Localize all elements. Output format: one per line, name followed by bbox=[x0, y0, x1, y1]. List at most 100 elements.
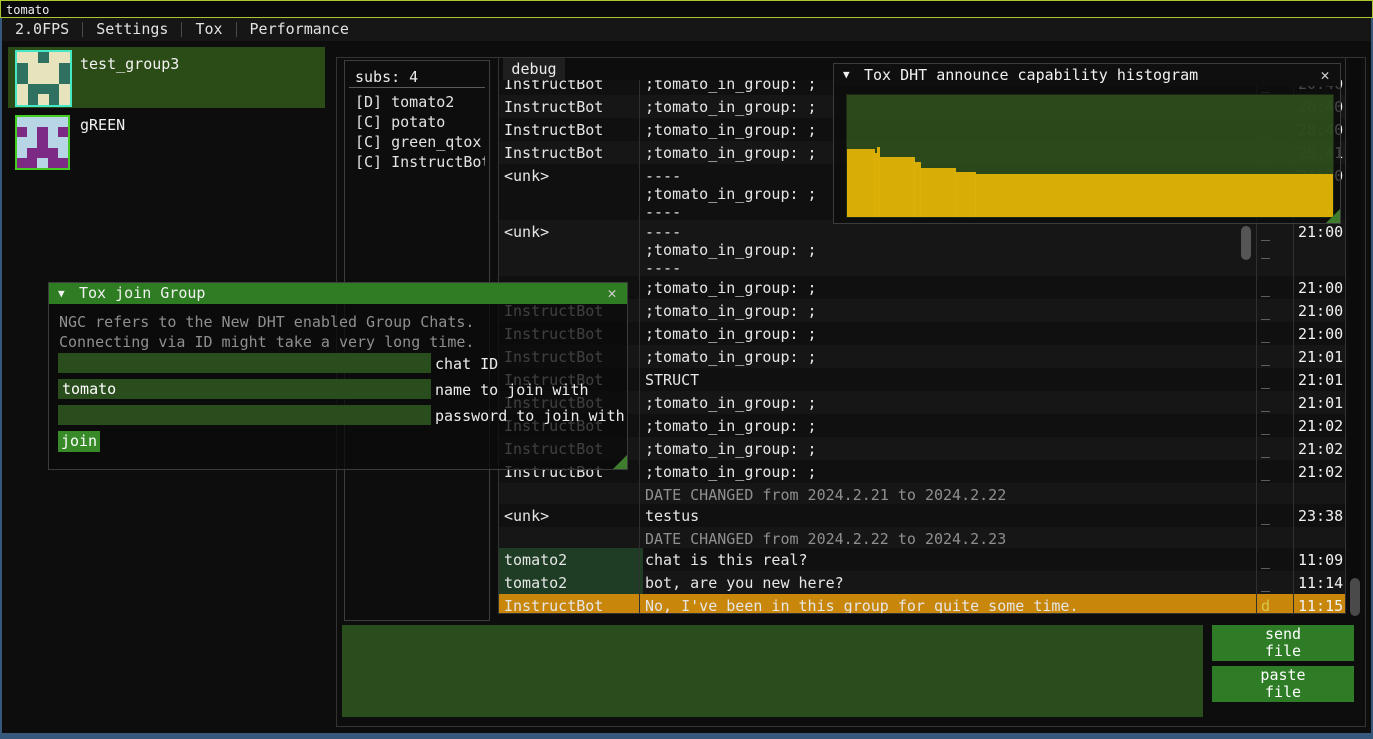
paste-file-button[interactable]: paste file bbox=[1212, 666, 1354, 702]
join-field-chat-id[interactable] bbox=[58, 353, 431, 373]
subs-member-potato[interactable]: [C] potato bbox=[355, 112, 485, 132]
message-input[interactable] bbox=[342, 625, 1203, 717]
message-text: ;tomato_in_group: ; bbox=[645, 325, 1253, 343]
avatar-pixel bbox=[27, 127, 37, 137]
avatar-pixel bbox=[37, 117, 47, 127]
collapse-icon[interactable]: ▼ bbox=[843, 64, 850, 86]
join-field-name-to-join-with[interactable] bbox=[58, 379, 431, 399]
avatar-pixel bbox=[48, 148, 58, 158]
menu-item-tox[interactable]: Tox bbox=[182, 18, 235, 41]
os-title-bar[interactable]: tomato bbox=[0, 0, 1373, 18]
ngc-info-line-2: Connecting via ID might take a very long… bbox=[59, 333, 474, 351]
menu-item-performance[interactable]: Performance bbox=[237, 18, 362, 41]
message-timestamp: 21:02 bbox=[1298, 417, 1343, 435]
window-border-bottom bbox=[0, 733, 1373, 739]
avatar-pixel bbox=[59, 84, 70, 95]
dht-histogram-titlebar[interactable]: ▼ Tox DHT announce capability histogram … bbox=[834, 64, 1340, 86]
avatar-pixel bbox=[59, 63, 70, 74]
chat-scrollbar-track[interactable] bbox=[1349, 58, 1361, 614]
avatar-pixel bbox=[49, 84, 60, 95]
message-sender bbox=[499, 483, 643, 504]
menu-item-settings[interactable]: Settings bbox=[83, 18, 181, 41]
message-text: ;tomato_in_group: ; bbox=[645, 394, 1253, 412]
histogram-bar bbox=[975, 174, 1334, 217]
avatar-pixel bbox=[27, 148, 37, 158]
message-timestamp: 21:01 bbox=[1298, 371, 1343, 389]
join-field-label: password to join with bbox=[435, 407, 625, 425]
avatar-pixel bbox=[28, 73, 39, 84]
chat-row[interactable]: <unk>testus_ _23:38 bbox=[499, 504, 1345, 528]
close-icon[interactable]: ✕ bbox=[1316, 64, 1334, 86]
window-border-left bbox=[0, 18, 2, 739]
avatar-pixel bbox=[28, 63, 39, 74]
resize-grip[interactable] bbox=[613, 455, 627, 469]
group-item-green[interactable]: gREEN bbox=[8, 112, 325, 170]
message-sender bbox=[499, 527, 643, 548]
chat-row[interactable]: InstructBotNo, I've been in this group f… bbox=[499, 594, 1345, 613]
subs-count: subs: 4 bbox=[355, 68, 418, 86]
join-group-window: ▼ Tox join Group ✕ NGC refers to the New… bbox=[48, 282, 628, 470]
avatar-pixel bbox=[48, 137, 58, 147]
message-text: ---- ;tomato_in_group: ; ---- bbox=[645, 223, 1253, 277]
message-timestamp: 11:15 bbox=[1298, 597, 1343, 613]
chat-row[interactable]: DATE CHANGED from 2024.2.21 to 2024.2.22 bbox=[499, 483, 1345, 505]
message-text: ;tomato_in_group: ; bbox=[645, 417, 1253, 435]
histogram-bar bbox=[847, 149, 875, 217]
join-group-titlebar[interactable]: ▼ Tox join Group ✕ bbox=[49, 283, 627, 304]
chat-scrollbar-thumb[interactable] bbox=[1350, 578, 1360, 616]
menu-item-20fps[interactable]: 2.0FPS bbox=[2, 18, 82, 41]
message-cell-scrollbar[interactable] bbox=[1241, 226, 1251, 260]
avatar-pixel bbox=[17, 127, 27, 137]
join-field-password-to-join-with[interactable] bbox=[58, 405, 431, 425]
message-timestamp: 11:14 bbox=[1298, 574, 1343, 592]
message-timestamp: 21:00 bbox=[1298, 325, 1343, 343]
avatar-pixel bbox=[48, 127, 58, 137]
chat-row[interactable]: DATE CHANGED from 2024.2.22 to 2024.2.23 bbox=[499, 527, 1345, 549]
join-button[interactable]: join bbox=[58, 431, 100, 452]
column-separator bbox=[639, 72, 640, 613]
group-item-test_group3[interactable]: test_group3 bbox=[8, 47, 325, 108]
avatar-pixel bbox=[37, 148, 47, 158]
avatar-pixel bbox=[49, 63, 60, 74]
avatar-pixel bbox=[58, 117, 68, 127]
tab-debug[interactable]: debug bbox=[503, 58, 565, 80]
join-group-title: Tox join Group bbox=[79, 283, 205, 304]
resize-grip[interactable] bbox=[1326, 209, 1340, 223]
message-timestamp: 21:00 bbox=[1298, 302, 1343, 320]
message-timestamp: 11:09 bbox=[1298, 551, 1343, 569]
app-window: tomato 2.0FPSSettingsToxPerformance test… bbox=[0, 0, 1373, 739]
message-timestamp: 21:01 bbox=[1298, 348, 1343, 366]
collapse-icon[interactable]: ▼ bbox=[58, 283, 65, 304]
chat-row[interactable]: <unk>---- ;tomato_in_group: ; ----_ _21:… bbox=[499, 220, 1345, 277]
avatar-pixel bbox=[49, 73, 60, 84]
avatar-pixel bbox=[38, 94, 49, 105]
subs-member-green_qtox[interactable]: [C] green_qtox bbox=[355, 132, 485, 152]
send-file-button[interactable]: send file bbox=[1212, 625, 1354, 661]
message-text: ;tomato_in_group: ; bbox=[645, 463, 1253, 481]
close-icon[interactable]: ✕ bbox=[603, 283, 621, 304]
avatar-pixel bbox=[38, 52, 49, 63]
chat-row[interactable]: tomato2chat is this real?_ _11:09 bbox=[499, 548, 1345, 572]
date-changed-notice: DATE CHANGED from 2024.2.21 to 2024.2.22 bbox=[645, 486, 1253, 504]
message-text: chat is this real? bbox=[645, 551, 1253, 569]
menu-bar: 2.0FPSSettingsToxPerformance bbox=[2, 18, 1371, 41]
avatar-pixel bbox=[17, 94, 28, 105]
avatar-pixel bbox=[17, 137, 27, 147]
message-sender: InstructBot bbox=[499, 95, 643, 118]
subs-member-tomato2[interactable]: [D] tomato2 bbox=[355, 92, 485, 112]
avatar-pixel bbox=[58, 127, 68, 137]
message-text: STRUCT bbox=[645, 371, 1253, 389]
separator bbox=[349, 87, 485, 88]
message-status-flags: d _ bbox=[1261, 597, 1291, 613]
message-timestamp: 21:01 bbox=[1298, 394, 1343, 412]
avatar-pixel bbox=[59, 52, 70, 63]
join-field-label: chat ID bbox=[435, 355, 498, 373]
message-timestamp: 21:02 bbox=[1298, 440, 1343, 458]
subs-member-InstructBot[interactable]: [C] InstructBot bbox=[355, 152, 485, 172]
message-timestamp: 21:00 bbox=[1298, 279, 1343, 297]
avatar-pixel bbox=[17, 52, 28, 63]
group-avatar bbox=[15, 50, 72, 107]
avatar-pixel bbox=[38, 84, 49, 95]
avatar-pixel bbox=[17, 158, 27, 168]
chat-row[interactable]: tomato2bot, are you new here?_ _11:14 bbox=[499, 571, 1345, 595]
